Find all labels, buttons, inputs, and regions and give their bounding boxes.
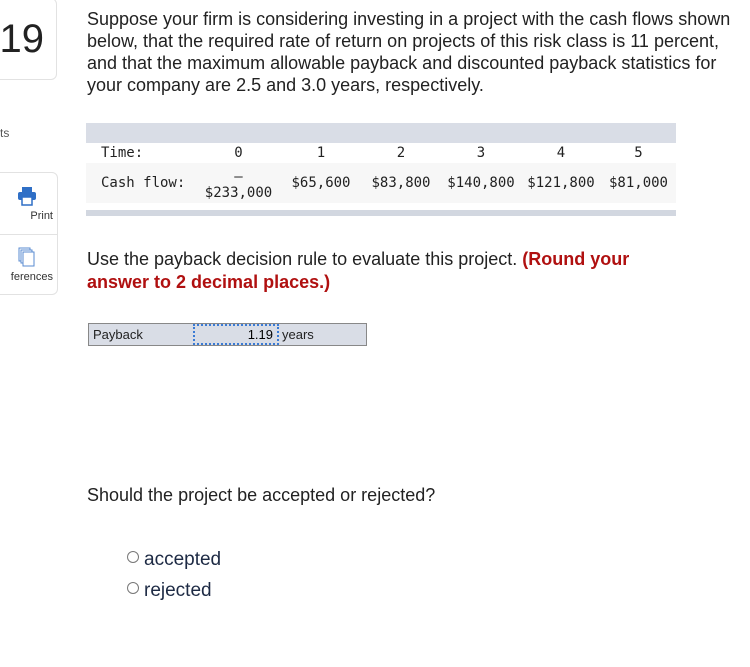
references-icon <box>18 247 35 267</box>
time-label: Time: <box>101 145 144 161</box>
option-label: rejected <box>144 580 212 601</box>
references-button[interactable]: ferences <box>0 234 57 295</box>
cash-flow-cell: – $233,000 <box>204 169 273 201</box>
time-row: Time: 0 1 2 3 4 5 <box>86 143 676 163</box>
cash-flow-cell: $65,600 <box>291 175 351 191</box>
table-header-bar <box>86 123 676 143</box>
payback-input[interactable] <box>193 324 279 345</box>
question-number: 19 <box>0 0 57 80</box>
cash-flow-cell: $83,800 <box>371 175 431 191</box>
time-cell: 3 <box>476 145 486 161</box>
option-accepted[interactable]: accepted <box>127 549 221 571</box>
points-label: ts <box>0 126 10 140</box>
cash-flow-label: Cash flow: <box>101 175 186 191</box>
instruction: Use the payback decision rule to evaluat… <box>87 248 687 294</box>
cash-flow-cell: $140,800 <box>447 175 515 191</box>
print-button[interactable]: Print <box>0 173 57 234</box>
payback-unit: years <box>282 327 314 342</box>
payback-label: Payback <box>93 327 143 342</box>
table-footer-bar <box>86 210 676 216</box>
time-cell: 1 <box>316 145 326 161</box>
printer-icon <box>18 186 36 206</box>
time-cell: 0 <box>234 145 243 161</box>
radio-button[interactable] <box>127 551 139 563</box>
tool-panel: Print ferences <box>0 172 58 295</box>
instruction-text: Use the payback decision rule to evaluat… <box>87 249 518 269</box>
payback-answer-row: Payback years <box>88 323 367 346</box>
cash-flow-cell: $121,800 <box>527 175 595 191</box>
decision-question: Should the project be accepted or reject… <box>87 485 436 505</box>
references-label: ferences <box>10 271 53 283</box>
radio-button[interactable] <box>127 582 139 594</box>
print-label: Print <box>30 209 53 222</box>
cash-flow-cell: $81,000 <box>608 175 668 191</box>
option-label: accepted <box>144 549 222 570</box>
time-cell: 2 <box>396 145 406 161</box>
cash-flow-row: Cash flow: – $233,000 $65,600 $83,800 $1… <box>86 163 676 203</box>
question-text: Suppose your firm is considering investi… <box>87 9 731 95</box>
cash-flow-table: Time: 0 1 2 3 4 5 Cash flow: – $233,000 … <box>86 123 676 216</box>
option-rejected[interactable]: rejected <box>127 580 212 602</box>
time-cell: 4 <box>556 145 566 161</box>
time-cell: 5 <box>634 145 643 161</box>
